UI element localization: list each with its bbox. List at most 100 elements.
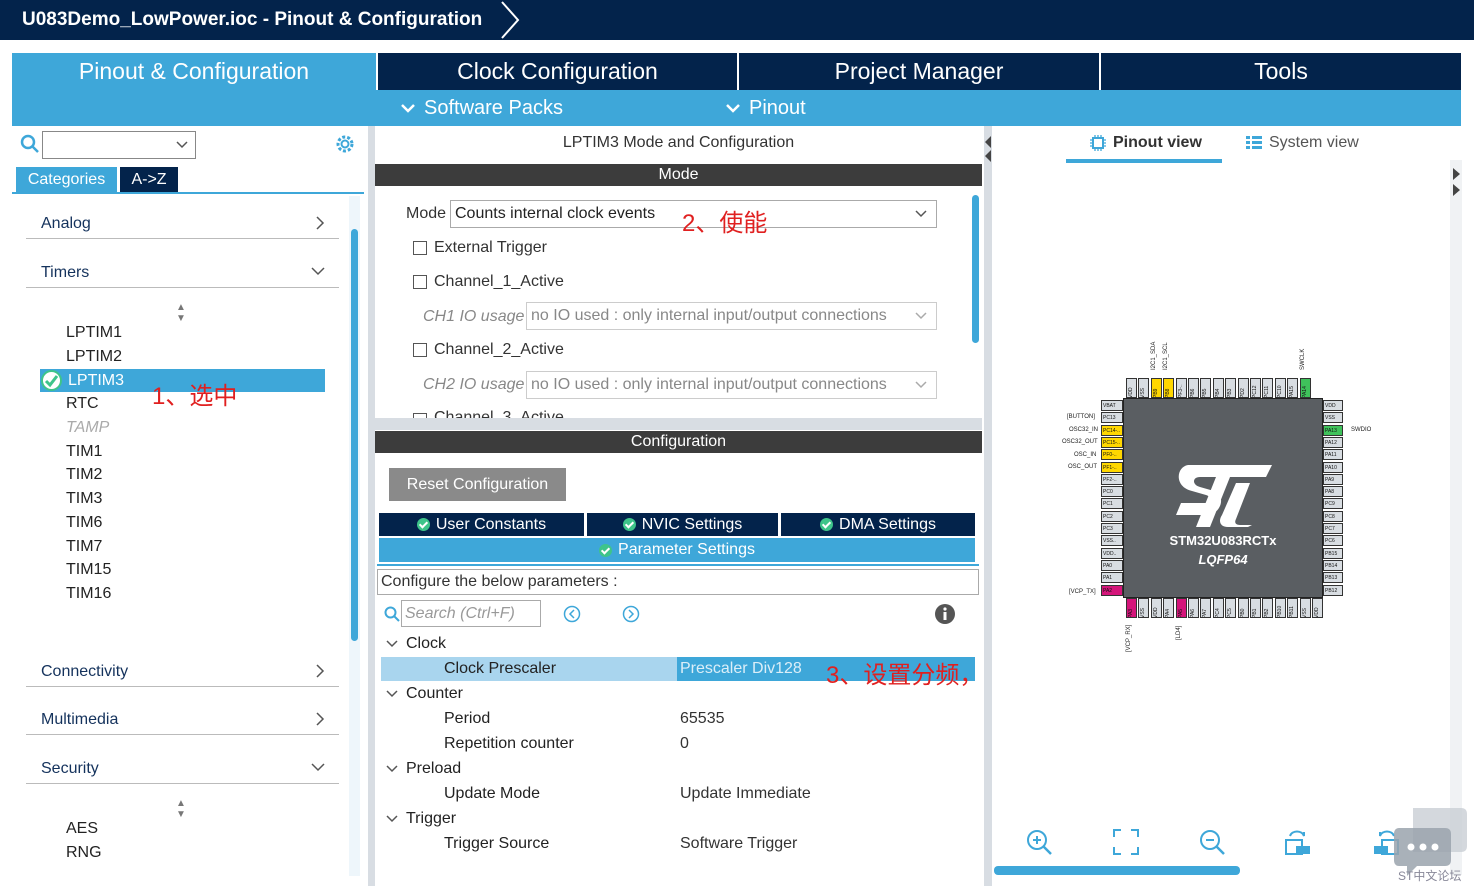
pin-vss[interactable]: VSS bbox=[1299, 598, 1311, 618]
tab-system-view[interactable]: System view bbox=[1245, 134, 1359, 152]
pin-pc4[interactable]: PC4 bbox=[1212, 598, 1224, 618]
pin-pa5[interactable]: PA5 bbox=[1175, 598, 1187, 618]
param-repetition-counter-value[interactable]: 0 bbox=[680, 735, 689, 753]
pin-pa15[interactable]: PA15 bbox=[1287, 378, 1299, 398]
pin-pb3[interactable]: PB3 bbox=[1225, 378, 1237, 398]
param-period-value[interactable]: 65535 bbox=[680, 710, 725, 728]
pin-pb1[interactable]: PB1 bbox=[1250, 598, 1261, 618]
pin-pf2[interactable]: PF2-.. bbox=[1101, 473, 1123, 485]
splitter[interactable] bbox=[375, 418, 982, 430]
zoom-out-icon[interactable] bbox=[1198, 828, 1226, 856]
tab-pinout-configuration[interactable]: Pinout & Configuration bbox=[12, 53, 376, 90]
channel1-checkbox[interactable] bbox=[413, 275, 427, 289]
timer-item-lptim1[interactable]: LPTIM1 bbox=[66, 322, 122, 344]
pin-pc1[interactable]: PC1 bbox=[1101, 498, 1123, 510]
timer-item-lptim2[interactable]: LPTIM2 bbox=[66, 346, 122, 368]
timer-item-tim15[interactable]: TIM15 bbox=[66, 559, 111, 581]
tab-dma-settings[interactable]: DMA Settings bbox=[781, 513, 975, 536]
rotate-right-icon[interactable] bbox=[1284, 828, 1314, 856]
param-update-mode-value[interactable]: Update Immediate bbox=[680, 785, 811, 803]
timer-item-tim1[interactable]: TIM1 bbox=[66, 441, 102, 463]
pin-pa6[interactable]: PA6 bbox=[1188, 598, 1199, 618]
pin-vss[interactable]: VSS.. bbox=[1101, 535, 1123, 547]
horizontal-scrollbar[interactable] bbox=[994, 866, 1240, 875]
pin-pb11[interactable]: PB11 bbox=[1287, 598, 1299, 618]
pin-pa7[interactable]: PA7 bbox=[1200, 598, 1212, 618]
ch1-usage-select[interactable]: no IO used : only internal input/output … bbox=[526, 302, 937, 330]
category-security[interactable]: Security bbox=[26, 754, 339, 784]
timer-item-tim7[interactable]: TIM7 bbox=[66, 536, 102, 558]
pin-vdd[interactable]: VDD bbox=[1323, 400, 1343, 411]
security-item-aes[interactable]: AES bbox=[66, 818, 98, 840]
timer-item-tim2[interactable]: TIM2 bbox=[66, 464, 102, 486]
pin-pb5[interactable]: PB5 bbox=[1200, 378, 1212, 398]
pin-pc9[interactable]: PC9 bbox=[1323, 498, 1343, 510]
pin-pb12[interactable]: PB12 bbox=[1323, 584, 1343, 596]
left-scrollbar[interactable] bbox=[351, 229, 358, 641]
pin-pc2[interactable]: PC2 bbox=[1101, 510, 1123, 522]
pin-pc7[interactable]: PC7 bbox=[1323, 523, 1343, 534]
timer-item-tim6[interactable]: TIM6 bbox=[66, 512, 102, 534]
search-icon[interactable] bbox=[20, 134, 40, 154]
timer-item-tamp[interactable]: TAMP bbox=[66, 417, 109, 439]
pin-pb4[interactable]: PB4 bbox=[1212, 378, 1224, 398]
pin-pb6[interactable]: PB6 bbox=[1188, 378, 1199, 398]
pin-pc3[interactable]: PC3 bbox=[1101, 523, 1123, 534]
pin-vdd[interactable]: VDD.. bbox=[1101, 547, 1123, 559]
sort-icon[interactable]: ▲ ▼ bbox=[176, 302, 186, 324]
param-clock-prescaler-value[interactable]: Prescaler Div128 bbox=[680, 660, 802, 678]
fit-screen-icon[interactable] bbox=[1112, 828, 1140, 856]
timer-item-tim16[interactable]: TIM16 bbox=[66, 583, 111, 605]
pin-pb15[interactable]: PB15 bbox=[1323, 547, 1343, 559]
next-result-icon[interactable] bbox=[622, 605, 640, 623]
pin-pb2[interactable]: PB2 bbox=[1262, 598, 1274, 618]
pin-pa2[interactable]: PA2 bbox=[1101, 584, 1123, 596]
collapse-right-icon[interactable] bbox=[1452, 166, 1461, 200]
group-trigger[interactable]: Trigger bbox=[386, 810, 456, 828]
pin-pa0[interactable]: PA0 bbox=[1101, 559, 1123, 571]
pin-pa9[interactable]: PA9 bbox=[1323, 473, 1343, 485]
external-trigger-checkbox[interactable] bbox=[413, 241, 427, 255]
info-icon[interactable] bbox=[934, 603, 956, 625]
previous-result-icon[interactable] bbox=[563, 605, 581, 623]
tab-parameter-settings[interactable]: Parameter Settings bbox=[379, 538, 975, 562]
category-connectivity[interactable]: Connectivity bbox=[26, 657, 339, 687]
timer-item-rtc[interactable]: RTC bbox=[66, 393, 99, 415]
tab-a-z[interactable]: A->Z bbox=[120, 167, 178, 192]
pin-pb8[interactable]: PB8 bbox=[1163, 378, 1175, 398]
pin-pb9[interactable]: PB9 bbox=[1150, 378, 1162, 398]
tab-project-manager[interactable]: Project Manager bbox=[739, 53, 1099, 90]
splitter[interactable] bbox=[368, 126, 375, 886]
tab-nvic-settings[interactable]: NVIC Settings bbox=[587, 513, 778, 536]
pin-pb0[interactable]: PB0 bbox=[1237, 598, 1249, 618]
tab-user-constants[interactable]: User Constants bbox=[379, 513, 584, 536]
param-trigger-source-value[interactable]: Software Trigger bbox=[680, 835, 797, 853]
pin-pa12[interactable]: PA12 bbox=[1323, 436, 1343, 448]
search-combo[interactable] bbox=[42, 131, 196, 159]
pin-vdd[interactable]: VDD bbox=[1150, 598, 1162, 618]
gear-icon[interactable] bbox=[334, 133, 356, 155]
pin-pc10[interactable]: PC10 bbox=[1274, 378, 1286, 398]
pin-pf3[interactable]: PF3-.. bbox=[1175, 378, 1187, 398]
pin-pc15[interactable]: PC15-.. bbox=[1101, 436, 1123, 448]
mode-scrollbar[interactable] bbox=[972, 195, 979, 343]
timer-item-tim3[interactable]: TIM3 bbox=[66, 488, 102, 510]
group-clock[interactable]: Clock bbox=[386, 635, 446, 653]
category-analog[interactable]: Analog bbox=[26, 209, 339, 239]
pin-pa4[interactable]: PA4 bbox=[1163, 598, 1175, 618]
pin-pd2[interactable]: PD2 bbox=[1237, 378, 1249, 398]
pin-pc13[interactable]: PC13 bbox=[1101, 412, 1123, 424]
tab-clock-configuration[interactable]: Clock Configuration bbox=[378, 53, 737, 90]
pin-pa14[interactable]: PA14 bbox=[1299, 378, 1311, 398]
zoom-in-icon[interactable] bbox=[1025, 828, 1053, 856]
category-timers[interactable]: Timers bbox=[26, 258, 339, 288]
pin-pc11[interactable]: PC11 bbox=[1262, 378, 1274, 398]
pin-vdd[interactable]: VDD bbox=[1126, 378, 1137, 398]
group-counter[interactable]: Counter bbox=[386, 685, 463, 703]
collapse-left-icon[interactable] bbox=[984, 134, 992, 164]
channel2-checkbox[interactable] bbox=[413, 343, 427, 357]
category-multimedia[interactable]: Multimedia bbox=[26, 705, 339, 735]
reset-configuration-button[interactable]: Reset Configuration bbox=[389, 468, 566, 501]
tab-categories[interactable]: Categories bbox=[16, 167, 117, 192]
pin-pa10[interactable]: PA10 bbox=[1323, 461, 1343, 473]
